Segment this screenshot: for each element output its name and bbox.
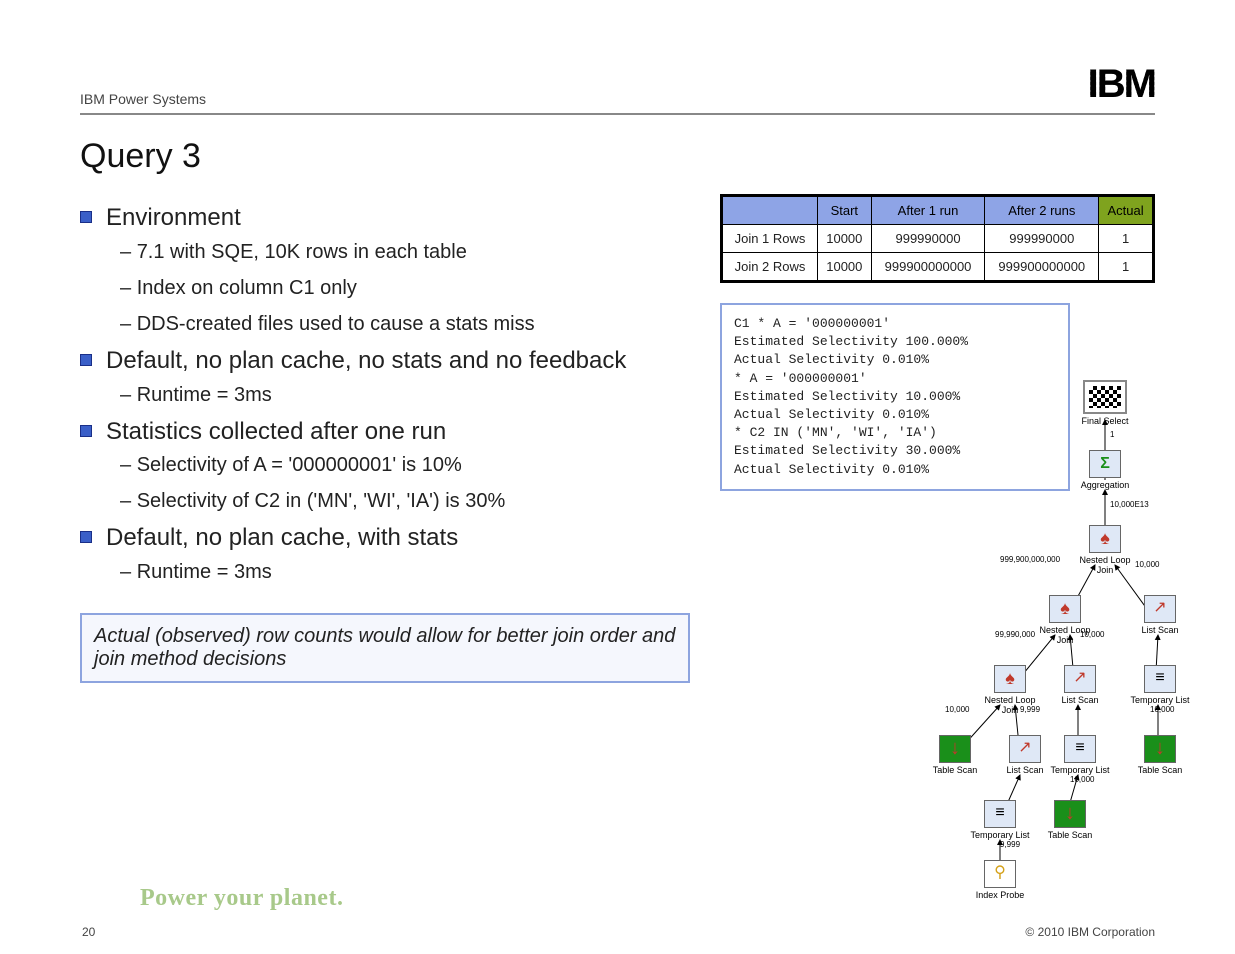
th: After 2 runs <box>985 196 1099 225</box>
bullet-square-icon <box>80 425 92 437</box>
conclusion-box: Actual (observed) row counts would allow… <box>80 613 690 683</box>
edge-label: 10,000 <box>1070 775 1094 784</box>
th <box>722 196 818 225</box>
sub-item: Selectivity of A = '000000001' is 10% <box>120 452 690 478</box>
node-list-scan-2: List Scan <box>1045 665 1115 705</box>
footer-tagline: Power your planet. <box>140 885 343 912</box>
bullet-environment: Environment <box>80 204 690 233</box>
header-section: IBM Power Systems <box>80 91 206 107</box>
bullet-square-icon <box>80 211 92 223</box>
table-row: Join 1 Rows 10000 999990000 999990000 1 <box>722 225 1154 253</box>
edge-label: 9,999 <box>1020 705 1040 714</box>
node-table-scan-3: Table Scan <box>1035 800 1105 840</box>
node-temp-list-2: Temporary List <box>1045 735 1115 775</box>
node-index-probe: Index Probe <box>965 860 1035 900</box>
query-plan-diagram: Final Select Aggregation Nested Loop Joi… <box>900 380 1180 890</box>
sub-item: Index on column C1 only <box>120 275 690 301</box>
edge-label: 9,999 <box>1000 840 1020 849</box>
estimates-table: Start After 1 run After 2 runs Actual Jo… <box>720 194 1155 283</box>
node-table-scan-2: Table Scan <box>1125 735 1195 775</box>
copyright: © 2010 IBM Corporation <box>1025 925 1155 939</box>
bullet-stats-collected: Statistics collected after one run <box>80 418 690 447</box>
edge-label: 10,000 <box>1135 560 1159 569</box>
ibm-logo: IBM <box>1088 60 1155 107</box>
node-list-scan-1: List Scan <box>1125 595 1195 635</box>
edge-label: 10,000 <box>1150 705 1174 714</box>
edge-label: 10,000 <box>1080 630 1104 639</box>
bullet-square-icon <box>80 354 92 366</box>
th-actual: Actual <box>1099 196 1154 225</box>
edge-label: 999,900,000,000 <box>1000 555 1060 564</box>
sub-item: 7.1 with SQE, 10K rows in each table <box>120 239 690 265</box>
sub-item: DDS-created files used to cause a stats … <box>120 311 690 337</box>
edge-label: 10,000 <box>945 705 969 714</box>
table-row: Join 2 Rows 10000 999900000000 999900000… <box>722 253 1154 282</box>
edge-label: 99,990,000 <box>995 630 1035 639</box>
node-nlj-1: Nested Loop Join <box>1070 525 1140 575</box>
node-temp-list-3: Temporary List <box>965 800 1035 840</box>
node-table-scan-1: Table Scan <box>920 735 990 775</box>
th: Start <box>818 196 872 225</box>
sub-item: Runtime = 3ms <box>120 559 690 585</box>
node-final-select: Final Select <box>1070 380 1140 426</box>
sub-item: Selectivity of C2 in ('MN', 'WI', 'IA') … <box>120 488 690 514</box>
th: After 1 run <box>871 196 985 225</box>
bullet-default-no-stats: Default, no plan cache, no stats and no … <box>80 347 690 376</box>
sub-item: Runtime = 3ms <box>120 382 690 408</box>
edge-label: 10,000E13 <box>1110 500 1149 509</box>
node-temp-list-1: Temporary List <box>1125 665 1195 705</box>
page-title: Query 3 <box>80 137 1155 176</box>
bullet-square-icon <box>80 531 92 543</box>
edge-label: 1 <box>1110 430 1114 439</box>
page-number: 20 <box>82 925 95 939</box>
bullet-default-with-stats: Default, no plan cache, with stats <box>80 524 690 553</box>
node-aggregation: Aggregation <box>1070 450 1140 490</box>
